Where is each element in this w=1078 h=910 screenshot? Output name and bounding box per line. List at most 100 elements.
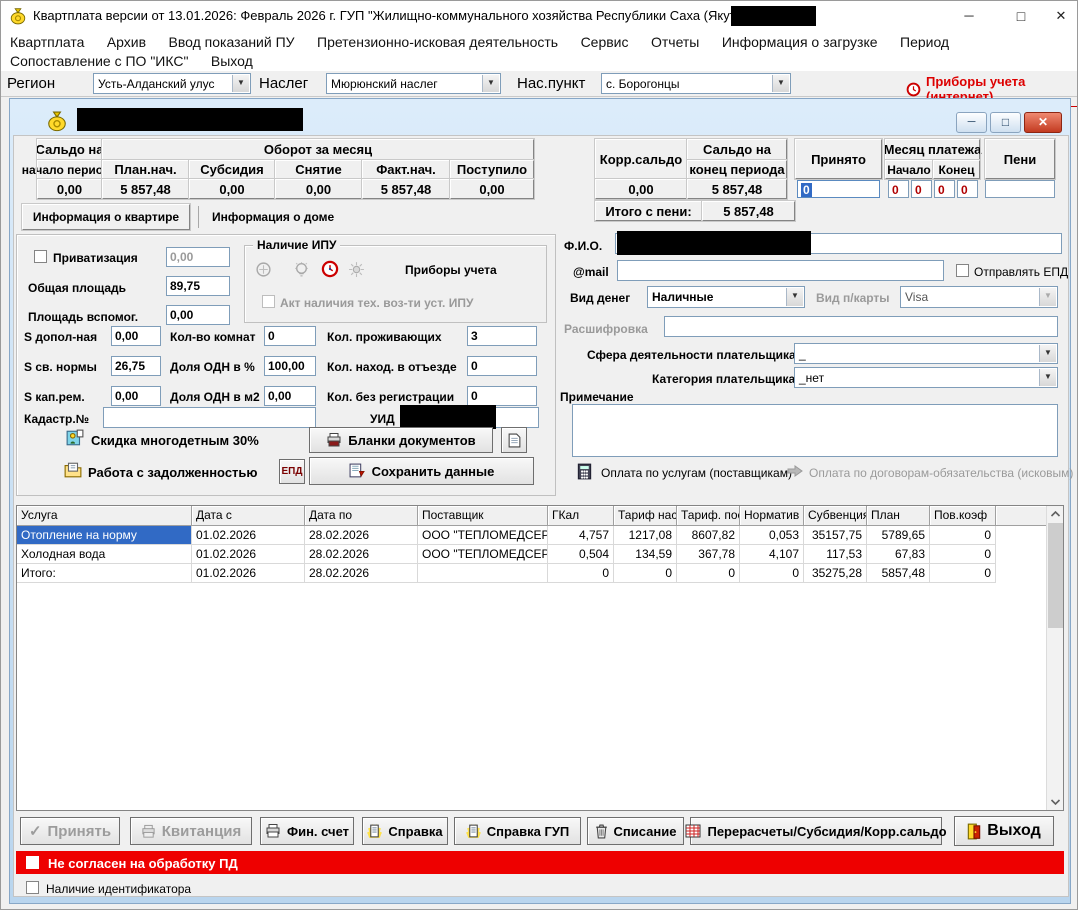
table-row[interactable]: Холодная вода 01.02.2026 28.02.2026 ООО …: [17, 545, 1063, 564]
menu-bar: Квартплата Архив Ввод показаний ПУ Прете…: [1, 31, 1078, 53]
menu-vyhod[interactable]: Выход: [202, 53, 262, 72]
filter-toolbar: Регион Усть-Алданский улус▼ Наслег Мюрюн…: [1, 71, 1078, 97]
grid-col-usluga[interactable]: Услуга: [17, 506, 192, 526]
scroll-up-icon[interactable]: [1050, 510, 1061, 518]
spravka-gup-button[interactable]: Справка ГУП: [454, 817, 581, 845]
chevron-down-icon[interactable]: ▼: [1039, 369, 1056, 386]
scroll-down-icon[interactable]: [1050, 798, 1061, 806]
nasleg-label: Наслег: [259, 75, 308, 92]
privatization-checkbox[interactable]: [34, 250, 47, 263]
tab-house-info[interactable]: Информация о доме: [212, 210, 334, 224]
month-start-2-input[interactable]: 0: [911, 180, 932, 198]
grid-col-tarif-post[interactable]: Тариф. пост: [677, 506, 740, 526]
odn-pct-input[interactable]: 100,00: [264, 356, 316, 376]
peni-input[interactable]: [985, 180, 1055, 198]
child-close-button[interactable]: ✕: [1024, 112, 1062, 133]
note-textarea[interactable]: [572, 404, 1058, 457]
prinyato-input[interactable]: 0: [797, 180, 880, 198]
receipt-button[interactable]: Квитанция: [130, 817, 252, 845]
grid-col-data-po[interactable]: Дата по: [305, 506, 418, 526]
chevron-down-icon[interactable]: ▼: [772, 75, 789, 92]
send-epd-checkbox[interactable]: [956, 264, 969, 277]
certificate-icon: [367, 823, 382, 839]
spisanie-button[interactable]: Списание: [587, 817, 684, 845]
s-kap-input[interactable]: 0,00: [111, 386, 161, 406]
pereraschety-button[interactable]: Перерасчеты/Субсидия/Корр.сальдо: [690, 817, 942, 845]
grid-col-gkal[interactable]: ГКал: [548, 506, 614, 526]
menu-pretenzii[interactable]: Претензионно-исковая деятельность: [308, 31, 567, 53]
debt-link[interactable]: Работа с задолженностью: [88, 465, 258, 480]
grid-col-data-s[interactable]: Дата с: [192, 506, 305, 526]
aux-area-input[interactable]: 0,00: [166, 305, 230, 325]
spravka-button[interactable]: Справка: [362, 817, 448, 845]
total-area-input[interactable]: 89,75: [166, 276, 230, 296]
pd-consent-checkbox[interactable]: [26, 856, 39, 869]
fakt-nach-header: Факт.нач.: [362, 160, 450, 179]
menu-period[interactable]: Период: [891, 31, 958, 53]
chevron-down-icon[interactable]: ▼: [482, 75, 499, 92]
maximize-button[interactable]: □: [1001, 5, 1041, 27]
menu-otchety[interactable]: Отчеты: [642, 31, 708, 53]
accept-button[interactable]: ✓Принять: [20, 817, 120, 845]
region-combo[interactable]: Усть-Алданский улус▼: [93, 73, 251, 94]
itogo-peni-value: 5 857,48: [702, 201, 795, 221]
grid-vertical-scrollbar[interactable]: [1046, 506, 1063, 810]
grid-col-normativ[interactable]: Норматив: [740, 506, 804, 526]
grid-col-tarif-nas[interactable]: Тариф нас.: [614, 506, 677, 526]
menu-vvod-pu[interactable]: Ввод показаний ПУ: [160, 31, 304, 53]
chevron-down-icon[interactable]: ▼: [786, 288, 803, 306]
save-button[interactable]: Сохранить данные: [309, 457, 534, 485]
kadastr-input[interactable]: [103, 407, 316, 428]
chevron-down-icon[interactable]: ▼: [1039, 345, 1056, 362]
discount-link[interactable]: Скидка многодетным 30%: [91, 433, 259, 448]
s-dop-input[interactable]: 0,00: [111, 326, 161, 346]
residents-input[interactable]: 3: [467, 326, 537, 346]
grid-col-povkoef[interactable]: Пов.коэф: [930, 506, 996, 526]
month-start-1-input[interactable]: 0: [888, 180, 909, 198]
redacted-title: [731, 6, 816, 26]
table-row[interactable]: Итого: 01.02.2026 28.02.2026 0 0 0 0 352…: [17, 564, 1063, 583]
total-area-label: Общая площадь: [28, 281, 126, 295]
odn-m2-input[interactable]: 0,00: [264, 386, 316, 406]
meter-sun-icon: [348, 261, 365, 278]
plan-nach-header: План.нач.: [102, 160, 189, 179]
table-row[interactable]: Отопление на норму 01.02.2026 28.02.2026…: [17, 526, 1063, 545]
s-norm-input[interactable]: 26,75: [111, 356, 161, 376]
exit-button[interactable]: Выход: [954, 816, 1054, 846]
month-end-1-input[interactable]: 0: [934, 180, 955, 198]
rooms-input[interactable]: 0: [264, 326, 316, 346]
tab-apartment-info[interactable]: Информация о квартире: [22, 204, 190, 230]
menu-servis[interactable]: Сервис: [572, 31, 638, 53]
epd-button[interactable]: ЕПД: [279, 459, 305, 484]
month-end-2-input[interactable]: 0: [957, 180, 978, 198]
child-minimize-button[interactable]: ─: [956, 112, 987, 133]
away-input[interactable]: 0: [467, 356, 537, 376]
naspunkt-combo[interactable]: с. Борогонцы▼: [601, 73, 791, 94]
table-icon: [685, 824, 701, 838]
nasleg-combo[interactable]: Мюрюнский наслег▼: [326, 73, 501, 94]
close-button[interactable]: ✕: [1044, 5, 1078, 27]
child-maximize-button[interactable]: □: [990, 112, 1021, 133]
meters-label: Приборы учета: [405, 263, 497, 277]
grid-col-subvencia[interactable]: Субвенция: [804, 506, 867, 526]
noreg-input[interactable]: 0: [467, 386, 537, 406]
pay-services-link[interactable]: Оплата по услугам (поставщикам): [601, 466, 792, 480]
chevron-down-icon[interactable]: ▼: [232, 75, 249, 92]
sphere-combo[interactable]: _▼: [794, 343, 1058, 364]
grid-col-plan[interactable]: План: [867, 506, 930, 526]
money-type-combo[interactable]: Наличные▼: [647, 286, 805, 308]
privatization-label: Приватизация: [53, 251, 138, 265]
scrollbar-thumb[interactable]: [1048, 523, 1063, 628]
fin-account-button[interactable]: Фин. счет: [260, 817, 354, 845]
minimize-button[interactable]: ─: [949, 5, 989, 27]
menu-zagruzka[interactable]: Информация о загрузке: [713, 31, 887, 53]
menu-sopostavlenie[interactable]: Сопоставление с ПО "ИКС": [1, 53, 197, 72]
document-button[interactable]: [501, 427, 527, 453]
blanki-button[interactable]: Бланки документов: [309, 427, 493, 453]
menu-kvartplata[interactable]: Квартплата: [1, 31, 93, 53]
grid-col-postavshik[interactable]: Поставщик: [418, 506, 548, 526]
category-combo[interactable]: _нет▼: [794, 367, 1058, 388]
identifier-checkbox[interactable]: [26, 881, 39, 894]
menu-arhiv[interactable]: Архив: [98, 31, 155, 53]
mail-input[interactable]: [617, 260, 944, 281]
